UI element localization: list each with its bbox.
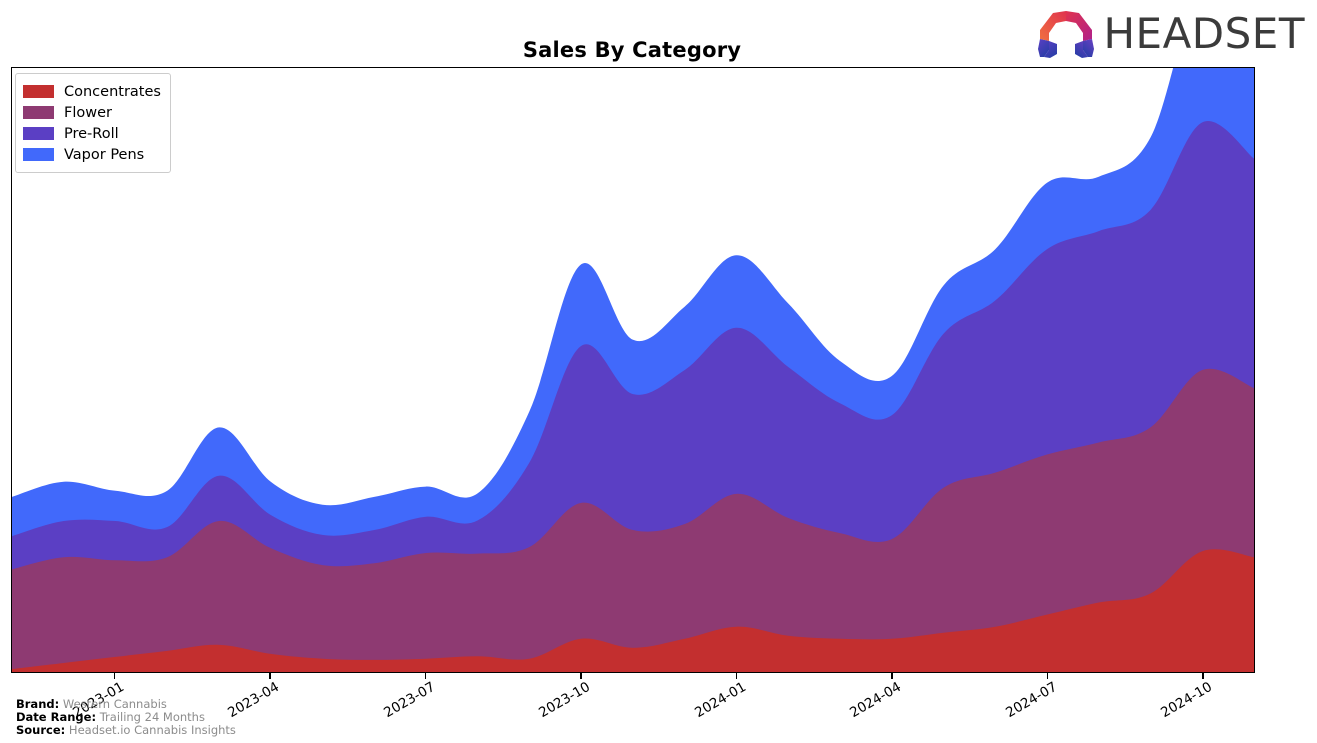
legend-swatch-vapor-pens — [23, 148, 54, 161]
x-axis-tick-mark — [891, 673, 893, 679]
footer-brand-key: Brand: — [16, 697, 60, 711]
chart-plot-area — [11, 67, 1255, 673]
headset-hexagon-logo-icon — [1038, 11, 1095, 58]
x-axis-tick-label: 2024-07 — [1002, 679, 1060, 722]
legend-label-concentrates: Concentrates — [64, 83, 161, 100]
x-axis-tick-mark — [113, 673, 116, 679]
stacked-area-chart — [12, 68, 1254, 672]
footer-source-line: Source: Headset.io Cannabis Insights — [16, 724, 236, 737]
x-axis-tick-mark — [580, 673, 582, 679]
x-axis-tick-label: 2024-01 — [691, 679, 749, 722]
chart-footer: Brand: Western Cannabis Date Range: Trai… — [16, 698, 236, 737]
x-axis-tick-mark — [1202, 673, 1204, 679]
footer-date-range-key: Date Range: — [16, 710, 97, 724]
legend-label-flower: Flower — [64, 104, 112, 121]
x-axis-tick-label: 2024-10 — [1158, 679, 1216, 722]
brand-name: HEADSET — [1103, 9, 1305, 58]
footer-date-range-value: Trailing 24 Months — [99, 710, 205, 724]
legend-swatch-pre-roll — [23, 127, 54, 140]
legend-swatch-flower — [23, 106, 54, 119]
footer-source-key: Source: — [16, 723, 66, 737]
x-axis-tick-mark — [735, 673, 738, 679]
x-axis-tick-mark — [424, 673, 427, 679]
legend-label-pre-roll: Pre-Roll — [64, 125, 119, 142]
legend-swatch-concentrates — [23, 85, 54, 98]
x-axis-tick-label: 2023-10 — [536, 679, 594, 722]
footer-source-value: Headset.io Cannabis Insights — [68, 723, 236, 737]
x-axis-tick-label: 2024-04 — [847, 679, 905, 722]
x-axis-tick-mark — [269, 673, 271, 679]
brand-logo: HEADSET — [1037, 8, 1305, 60]
chart-legend: Concentrates Flower Pre-Roll Vapor Pens — [15, 73, 171, 173]
legend-item-pre-roll[interactable]: Pre-Roll — [23, 123, 161, 144]
legend-label-vapor-pens: Vapor Pens — [64, 146, 145, 163]
legend-item-vapor-pens[interactable]: Vapor Pens — [23, 144, 161, 165]
x-axis-tick-mark — [1046, 673, 1049, 679]
legend-item-flower[interactable]: Flower — [23, 102, 161, 123]
footer-brand-value: Western Cannabis — [62, 697, 167, 711]
legend-item-concentrates[interactable]: Concentrates — [23, 81, 161, 102]
x-axis-tick-label: 2023-07 — [380, 679, 438, 722]
